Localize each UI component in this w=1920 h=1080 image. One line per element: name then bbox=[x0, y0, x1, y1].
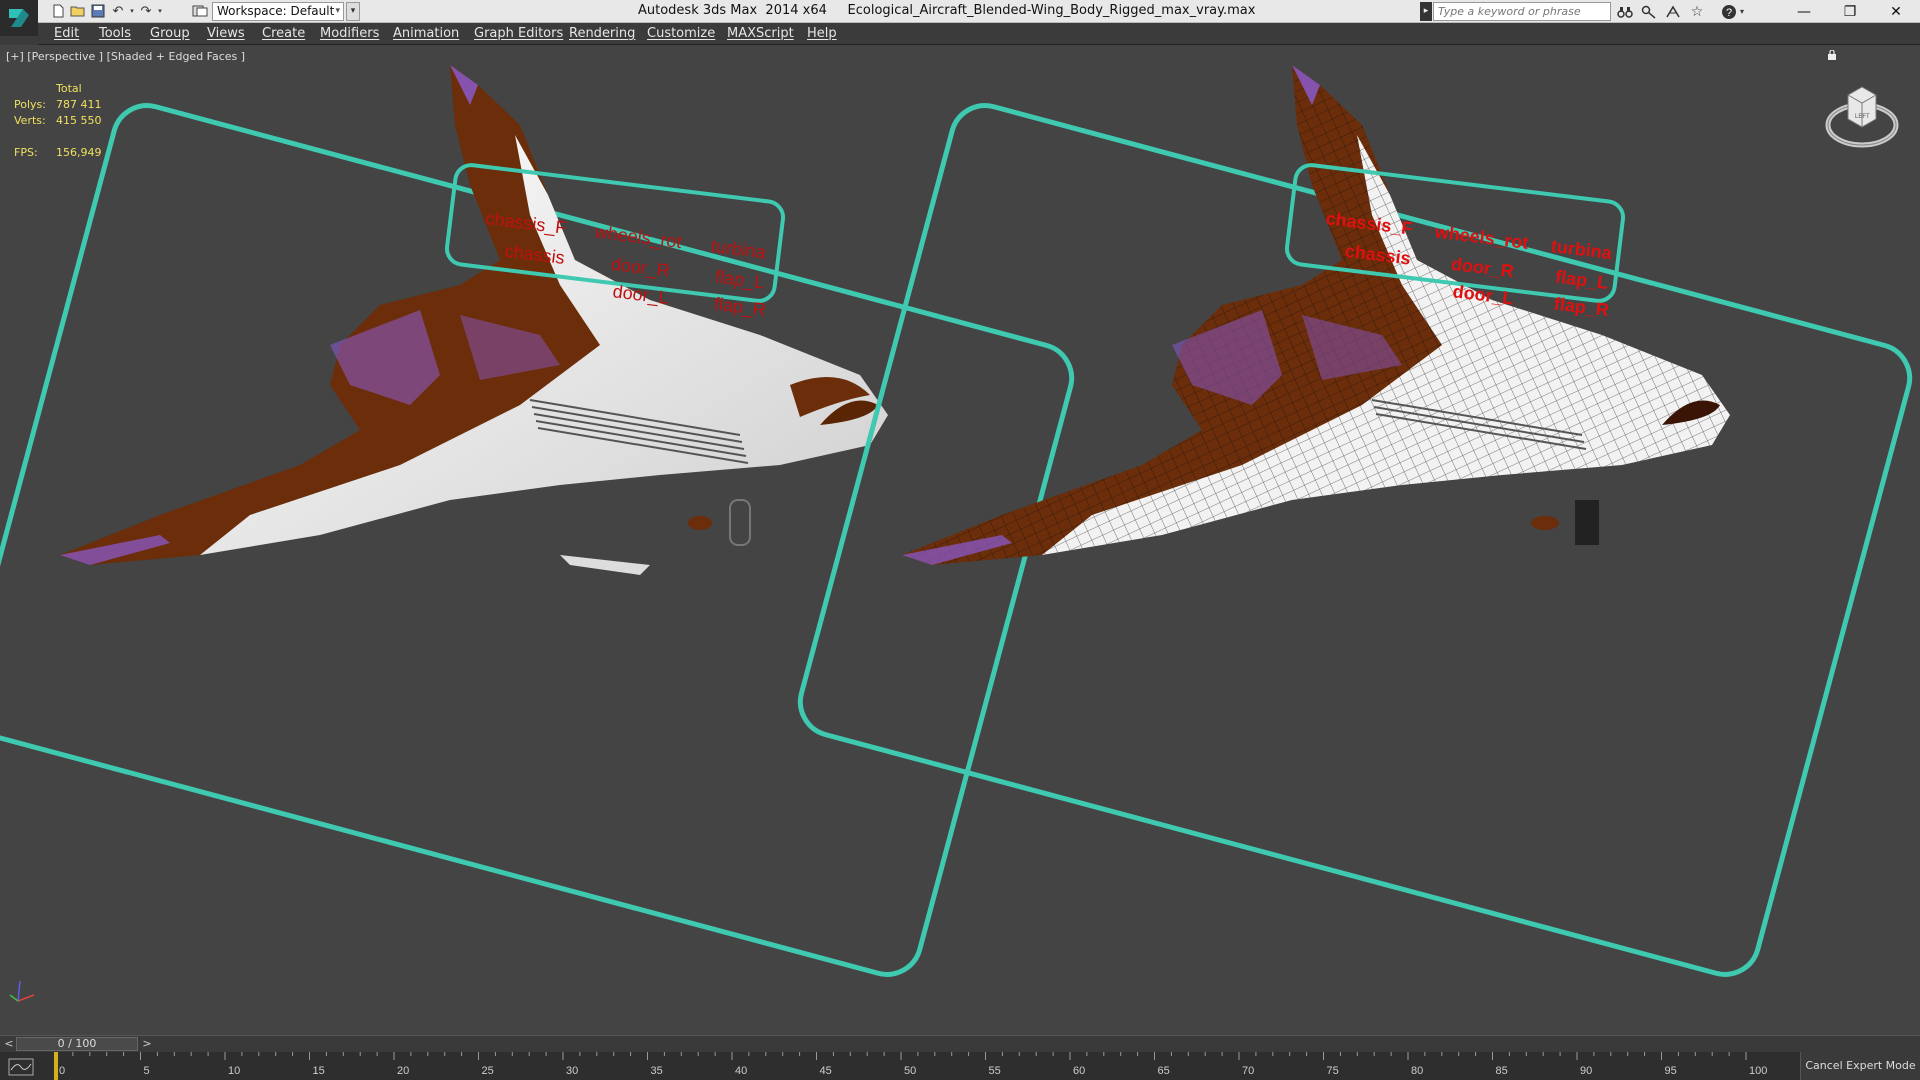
lock-icon[interactable] bbox=[1828, 50, 1836, 60]
rig-label[interactable]: wheels_rot bbox=[1433, 222, 1530, 253]
ruler-label: 60 bbox=[1073, 1065, 1085, 1077]
time-slider-prev-button[interactable]: < bbox=[2, 1037, 16, 1051]
time-slider[interactable]: 0 / 100 bbox=[16, 1037, 138, 1051]
save-file-icon[interactable] bbox=[88, 2, 108, 20]
binoculars-icon[interactable] bbox=[1614, 2, 1636, 21]
frame-ruler[interactable]: 0 5 10 15 20 25 30 35 40 45 50 55 60 65 70 75 80 85 90 95 10… bbox=[46, 1052, 1786, 1080]
ruler-label: 40 bbox=[735, 1065, 747, 1077]
cancel-expert-mode-button[interactable]: Cancel Expert Mode bbox=[1800, 1052, 1920, 1080]
ruler-label: 20 bbox=[397, 1065, 409, 1077]
logo-strip bbox=[0, 36, 38, 45]
open-file-icon[interactable] bbox=[68, 2, 88, 20]
mini-curve-editor-icon[interactable] bbox=[8, 1058, 34, 1076]
time-slider-next-button[interactable]: > bbox=[140, 1037, 154, 1051]
polys-label: Polys: bbox=[14, 98, 46, 111]
ruler-label: 15 bbox=[313, 1065, 325, 1077]
menu-edit[interactable]: Edit bbox=[54, 26, 79, 41]
menu-tools[interactable]: Tools bbox=[99, 26, 131, 41]
ruler-label: 50 bbox=[904, 1065, 916, 1077]
rig-label[interactable]: flap_R bbox=[1553, 294, 1610, 321]
communication-center-icon[interactable] bbox=[1662, 2, 1684, 21]
current-frame-marker[interactable] bbox=[54, 1052, 58, 1080]
menu-rendering[interactable]: Rendering bbox=[569, 26, 635, 41]
svg-text:?: ? bbox=[1726, 7, 1732, 19]
menu-animation[interactable]: Animation bbox=[393, 26, 459, 41]
ruler-label: 35 bbox=[651, 1065, 663, 1077]
menu-help[interactable]: Help bbox=[807, 26, 837, 41]
favorites-star-icon[interactable]: ☆ bbox=[1686, 2, 1708, 21]
ruler-label: 10 bbox=[228, 1065, 240, 1077]
ruler-label: 45 bbox=[820, 1065, 832, 1077]
search-expand-icon[interactable]: ▸ bbox=[1420, 2, 1432, 21]
verts-label: Verts: bbox=[14, 114, 46, 127]
menu-views[interactable]: Views bbox=[207, 26, 245, 41]
viewport-label-menu[interactable]: [+] [Perspective ] [Shaded + Edged Faces… bbox=[6, 50, 245, 63]
ruler-label: 65 bbox=[1158, 1065, 1170, 1077]
workspace-select[interactable]: Workspace: Default ▾ bbox=[212, 2, 344, 21]
aircraft-wireframe[interactable]: chassis_F wheels_rot turbina chassis doo… bbox=[793, 65, 1917, 982]
ruler-label: 5 bbox=[144, 1065, 150, 1077]
ruler-label: 0 bbox=[59, 1065, 65, 1077]
time-slider-bar: < 0 / 100 > bbox=[0, 1035, 1920, 1052]
workspace-label: Workspace: Default bbox=[217, 4, 335, 18]
app-logo-icon[interactable] bbox=[0, 0, 38, 36]
ruler-label: 90 bbox=[1580, 1065, 1592, 1077]
ruler-label: 85 bbox=[1496, 1065, 1508, 1077]
fps-label: FPS: bbox=[14, 146, 38, 159]
aircraft-shaded[interactable]: chassis_F wheels_rot turbina chassis doo… bbox=[0, 65, 1079, 982]
polys-value: 787 411 bbox=[56, 98, 102, 111]
menu-maxscript[interactable]: MAXScript bbox=[727, 26, 794, 41]
rig-label[interactable]: door_R bbox=[610, 254, 671, 282]
scene-render[interactable]: chassis_F wheels_rot turbina chassis doo… bbox=[0, 45, 1920, 1035]
quick-access-dropdown-icon[interactable]: ▾ bbox=[346, 2, 360, 21]
menu-create[interactable]: Create bbox=[262, 26, 305, 41]
perspective-viewport[interactable]: chassis_F wheels_rot turbina chassis doo… bbox=[0, 45, 1920, 1035]
ruler-label: 80 bbox=[1411, 1065, 1423, 1077]
viewcube-icon[interactable]: LEFT bbox=[1822, 73, 1902, 153]
menu-modifiers[interactable]: Modifiers bbox=[320, 26, 379, 41]
ruler-label: 100 bbox=[1749, 1065, 1767, 1077]
search-input[interactable] bbox=[1433, 2, 1611, 21]
verts-value: 415 550 bbox=[56, 114, 102, 127]
ruler-label: 95 bbox=[1665, 1065, 1677, 1077]
world-axis-icon bbox=[9, 980, 35, 1002]
ruler-label: 70 bbox=[1242, 1065, 1254, 1077]
statistics-overlay: Total Polys: 787 411 Verts: 415 550 FPS: 15… bbox=[14, 81, 102, 161]
redo-dropdown-icon[interactable]: ▾ bbox=[150, 2, 170, 20]
help-dropdown-icon[interactable]: ▾ bbox=[1736, 2, 1748, 21]
track-bar: 0 5 10 15 20 25 30 35 40 45 50 55 60 65 70 75 80 85 90 95 10… bbox=[0, 1052, 1920, 1080]
menu-customize[interactable]: Customize bbox=[647, 26, 715, 41]
title-bar: ↶ ▾ ↷ ▾ Workspace: Default ▾ ▾ Autodesk … bbox=[0, 0, 1920, 23]
window-title: Autodesk 3ds Max 2014 x64 Ecological_Air… bbox=[638, 3, 1256, 18]
menu-group[interactable]: Group bbox=[150, 26, 190, 41]
fps-value: 156,949 bbox=[56, 146, 102, 159]
viewcube-face-label: LEFT bbox=[1855, 114, 1870, 120]
ruler-label: 55 bbox=[989, 1065, 1001, 1077]
rig-label[interactable]: flap_L bbox=[714, 267, 765, 294]
restore-icon[interactable]: ❐ bbox=[1827, 0, 1873, 23]
new-file-icon[interactable] bbox=[48, 2, 68, 20]
rig-label[interactable]: flap_R bbox=[713, 294, 767, 321]
chevron-down-icon: ▾ bbox=[335, 6, 340, 16]
ruler-label: 30 bbox=[566, 1065, 578, 1077]
stats-header: Total bbox=[56, 82, 82, 95]
menu-graph-editors[interactable]: Graph Editors bbox=[474, 26, 563, 41]
project-folder-icon[interactable] bbox=[190, 2, 210, 20]
rig-label[interactable]: door_R bbox=[1450, 254, 1515, 282]
infocenter-key-icon[interactable] bbox=[1638, 2, 1660, 21]
menu-bar: Edit Tools Group Views Create Modifiers … bbox=[38, 23, 1920, 45]
close-icon[interactable]: ✕ bbox=[1873, 0, 1919, 23]
ruler-label: 75 bbox=[1327, 1065, 1339, 1077]
rig-label[interactable]: wheels_rot bbox=[593, 222, 683, 254]
ruler-label: 25 bbox=[482, 1065, 494, 1077]
minimize-icon[interactable]: — bbox=[1781, 0, 1827, 23]
